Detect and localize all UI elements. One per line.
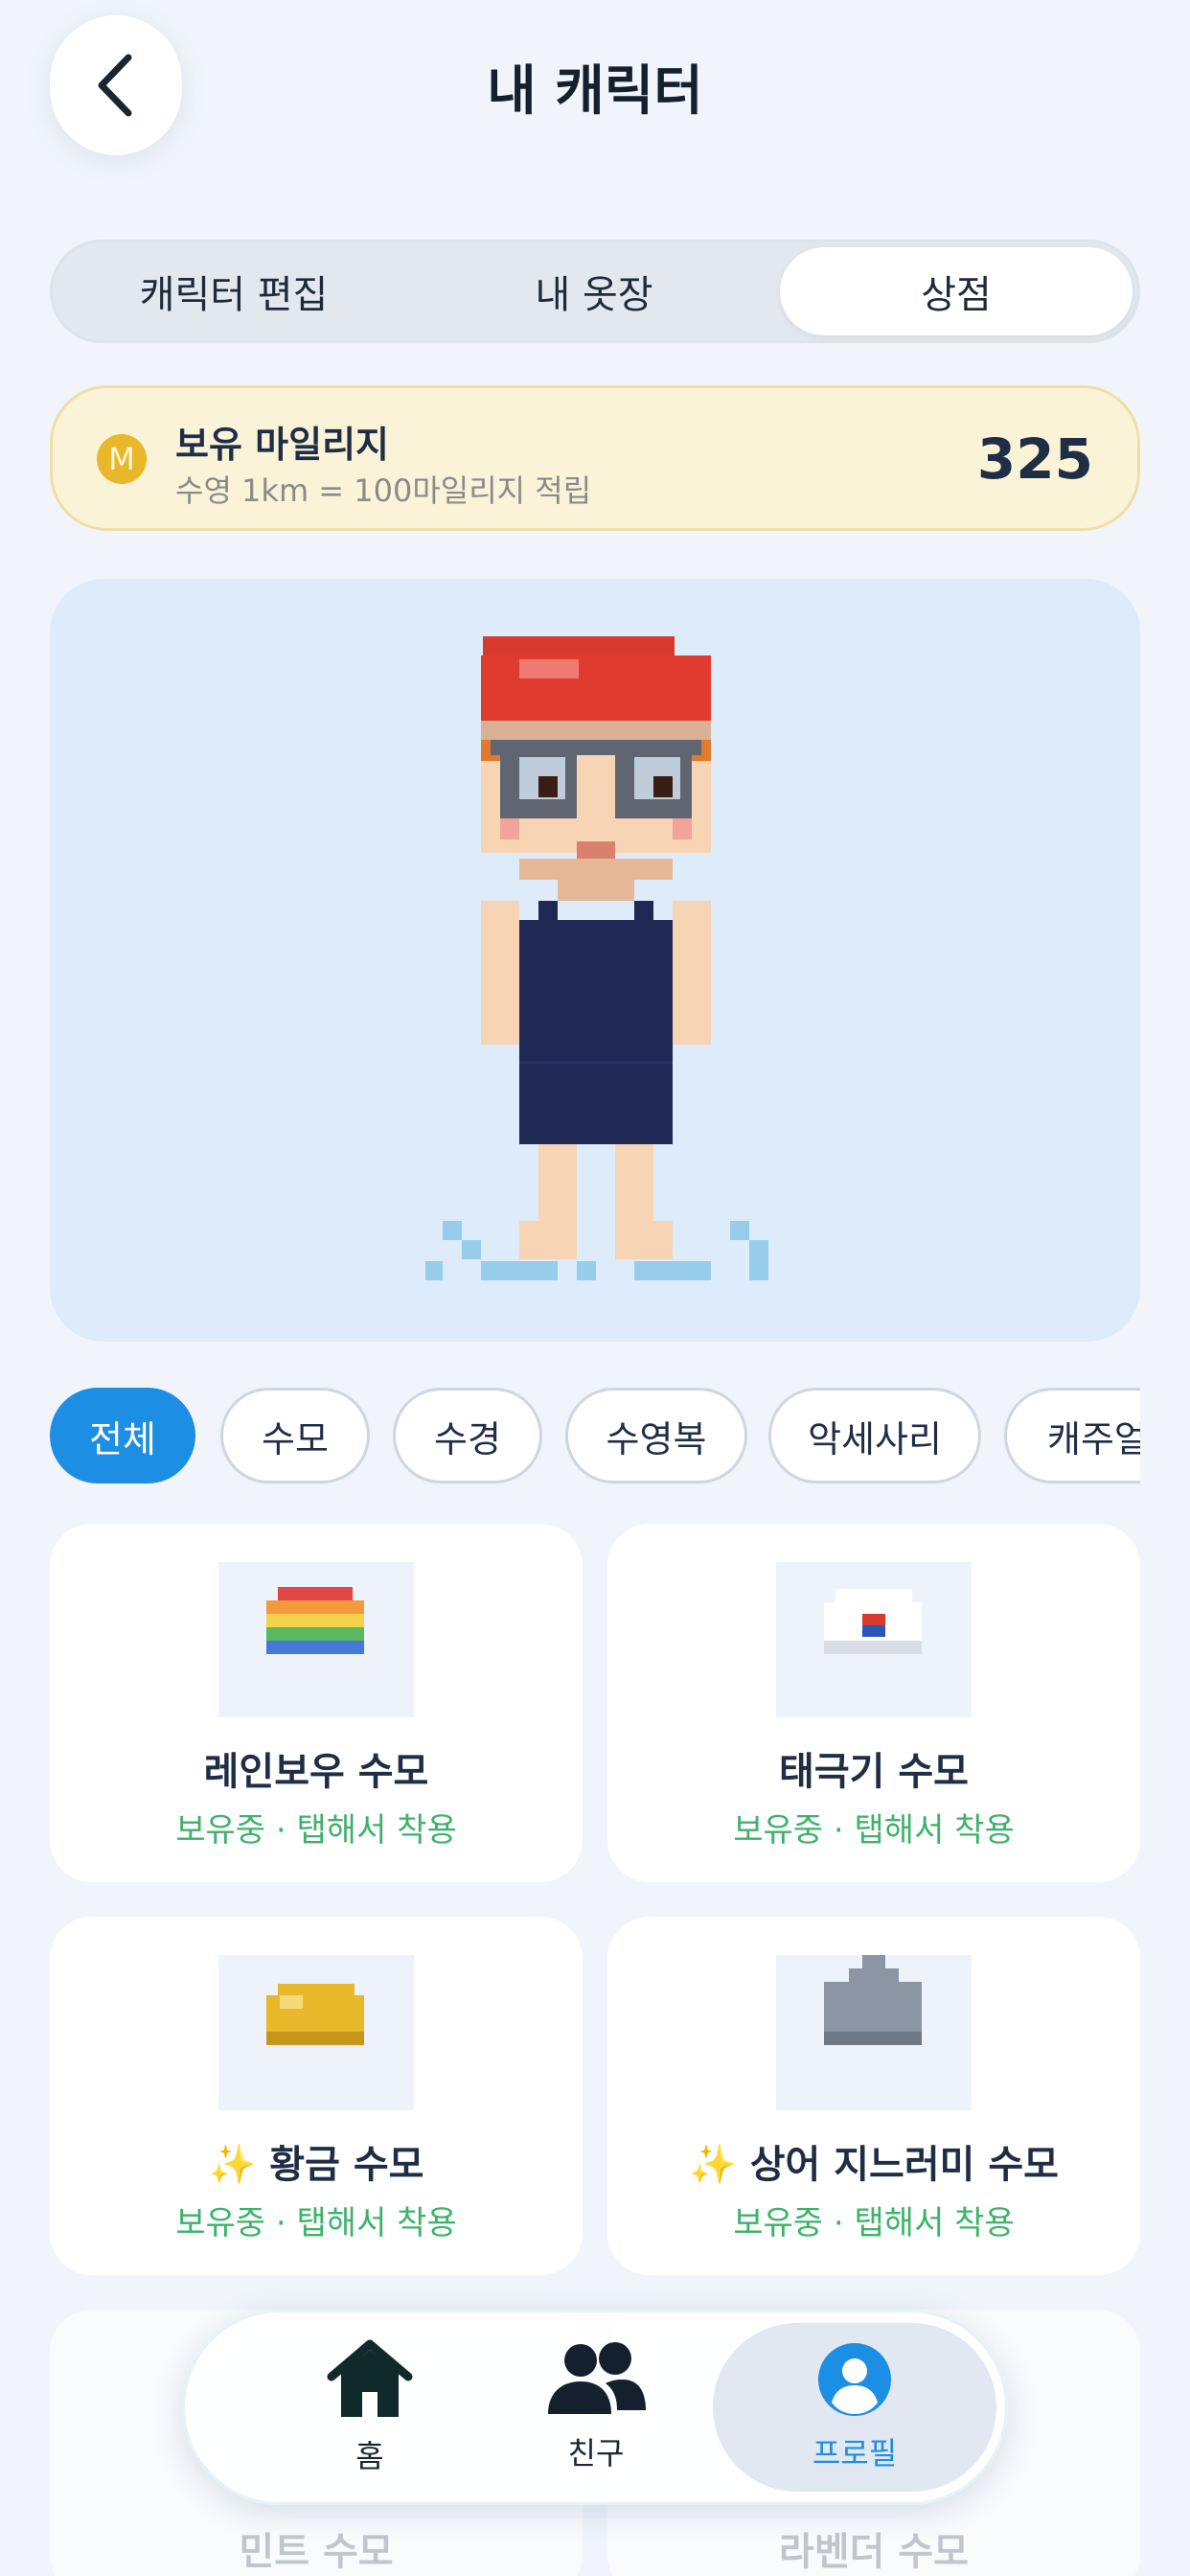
character-avatar [425,636,768,1280]
home-icon [327,2339,413,2417]
item-name: ✨ 상어 지느러미 수모 [689,2143,1059,2187]
filter-swimsuit[interactable]: 수영복 [565,1388,747,1484]
taegukgi-cap-icon [824,1589,922,1654]
filter-casual[interactable]: 캐주얼 [1004,1388,1140,1484]
rainbow-cap-icon [266,1587,364,1654]
item-name: 태극기 수모 [779,1750,969,1794]
shark-fin-cap-icon [824,1955,922,2045]
character-preview [50,579,1140,1342]
filter-cap[interactable]: 수모 [220,1388,370,1484]
tab-home-label: 홈 [355,2438,384,2474]
mileage-value: 325 [976,426,1093,492]
tab-friends-label: 친구 [567,2435,625,2472]
category-filter-bar: 전체 수모 수경 수영복 악세사리 캐주얼 [50,1388,1140,1484]
item-status: 보유중 · 탭해서 착용 [175,2204,457,2242]
item-name: 라벤더 수모 [779,2530,969,2574]
bottom-tab-bar: 홈 친구 프로필 [182,2310,1008,2505]
segmented-control: 캐릭터 편집 내 옷장 상점 [50,240,1140,343]
item-status: 보유중 · 탭해서 착용 [733,2204,1015,2242]
shop-item-card[interactable]: ✨ 황금 수모 보유중 · 탭해서 착용 [50,1917,583,2275]
mileage-title: 보유 마일리지 [175,424,389,466]
tab-shop[interactable]: 상점 [780,247,1133,335]
item-status: 보유중 · 탭해서 착용 [175,1811,457,1850]
item-status: 보유중 · 탭해서 착용 [733,1811,1015,1850]
tab-profile[interactable]: 프로필 [713,2323,996,2492]
item-thumbnail [218,1955,414,2110]
mileage-subtitle: 수영 1km = 100마일리지 적립 [175,472,592,509]
shop-item-card[interactable]: ✨ 상어 지느러미 수모 보유중 · 탭해서 착용 [607,1917,1140,2275]
shop-item-card[interactable]: 레인보우 수모 보유중 · 탭해서 착용 [50,1524,583,1882]
gold-cap-icon [266,1984,364,2045]
tab-my-closet[interactable]: 내 옷장 [418,247,770,335]
tab-friends[interactable]: 친구 [454,2323,738,2492]
item-thumbnail [776,1562,972,1717]
item-thumbnail [218,1562,414,1717]
tab-character-edit[interactable]: 캐릭터 편집 [57,247,410,335]
page-title: 내 캐릭터 [487,60,703,123]
filter-goggles[interactable]: 수경 [393,1388,542,1484]
filter-accessory[interactable]: 악세사리 [768,1388,981,1484]
coin-icon: M [97,434,147,484]
friends-icon [548,2342,646,2414]
item-name: ✨ 황금 수모 [208,2143,424,2187]
profile-icon [818,2343,891,2416]
item-name: 민트 수모 [239,2530,394,2574]
item-thumbnail [776,1955,972,2110]
item-name: 레인보우 수모 [203,1750,429,1794]
filter-all[interactable]: 전체 [50,1388,195,1484]
mileage-card: M 보유 마일리지 수영 1km = 100마일리지 적립 325 [50,385,1140,531]
shop-item-card[interactable]: 태극기 수모 보유중 · 탭해서 착용 [607,1524,1140,1882]
tab-profile-label: 프로필 [812,2435,898,2472]
